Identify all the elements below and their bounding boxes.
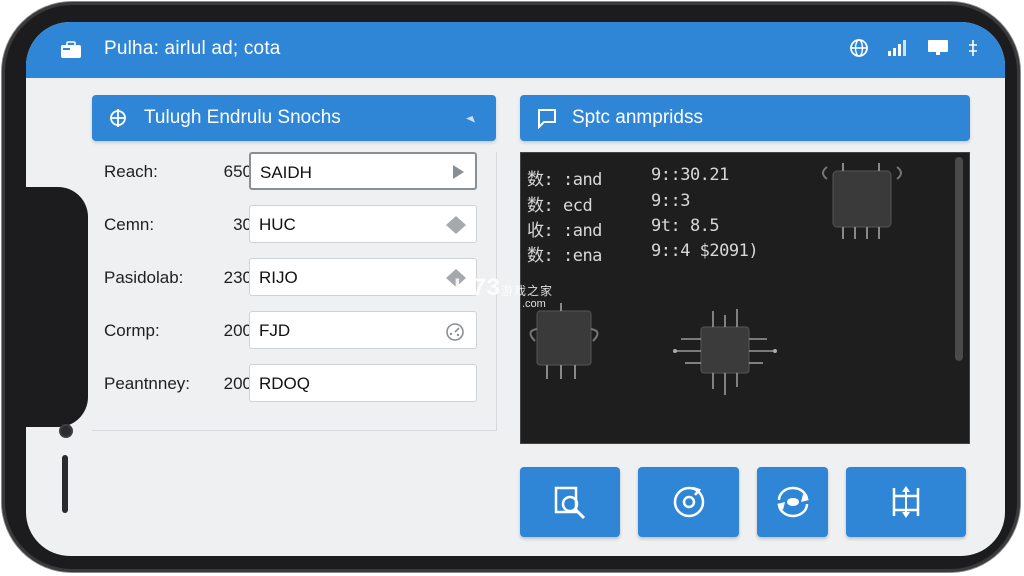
row-input-value: RDOQ — [259, 374, 310, 393]
form-row: Reach: 650 SAIDH — [92, 152, 496, 192]
row-number: 30 — [233, 215, 252, 234]
console-key: 数: :ena — [527, 246, 602, 266]
row-input-value: SAIDH — [260, 163, 312, 182]
row-label: Pasidolab: — [104, 268, 184, 287]
phone-frame: Pulha: airlul ad; cota Tulugh Endrulu Sn… — [2, 2, 1020, 572]
right-panel-header[interactable]: Sptc anmpridss — [520, 95, 970, 141]
briefcase-icon[interactable] — [60, 41, 82, 59]
chat-icon — [538, 109, 556, 129]
diamond-icon[interactable] — [446, 216, 466, 234]
app-title: Pulha: airlul ad; cota — [104, 38, 281, 59]
console-key: 数: ecd — [527, 196, 593, 216]
action-bar — [520, 467, 970, 537]
row-input-value: FJD — [259, 321, 291, 340]
side-notch — [26, 187, 88, 513]
gauge-icon[interactable] — [444, 322, 466, 342]
settings-form: Reach: 650 SAIDH Cemn: 30 HUC Pasidolab:… — [92, 152, 497, 431]
watermark-logo: K73游戏之家 .com — [454, 274, 553, 310]
chevron-down-icon[interactable] — [466, 116, 475, 125]
console-scrollbar[interactable] — [955, 157, 963, 361]
left-panel-header[interactable]: Tulugh Endrulu Snochs — [92, 95, 496, 141]
row-input[interactable]: SAIDH — [249, 152, 477, 190]
watermark-sub-cn: 游戏之家 — [501, 284, 554, 298]
row-input-value: RIJO — [259, 268, 298, 287]
console-output[interactable]: 数: :and 9::30.21 数: ecd 9::3 收: :and 9t:… — [520, 152, 970, 444]
sync-button[interactable] — [757, 467, 828, 537]
left-panel-title: Tulugh Endrulu Snochs — [144, 107, 341, 128]
console-value: 9::30.21 — [651, 165, 729, 185]
row-label: Peantnney: — [104, 374, 191, 393]
row-label: Cemn: — [104, 215, 155, 234]
refresh-icon — [673, 486, 704, 518]
row-label: Cormp: — [104, 321, 160, 340]
speaker-grille — [62, 455, 68, 513]
row-input[interactable]: RDOQ — [249, 364, 477, 402]
row-label: Reach: — [104, 162, 158, 181]
resize-icon — [892, 486, 920, 518]
row-number: 200 — [223, 374, 252, 393]
console-value: 9::3 — [651, 191, 690, 211]
row-number: 650 — [223, 162, 252, 181]
form-row: Cormp: 200 FJD — [92, 311, 496, 351]
search-document-icon — [554, 486, 586, 520]
top-bar: Pulha: airlul ad; cota — [26, 22, 1005, 78]
row-number: 200 — [223, 321, 252, 340]
watermark-sub: .com — [522, 298, 546, 310]
scan-button[interactable] — [520, 467, 620, 537]
row-input[interactable]: FJD — [249, 311, 477, 349]
chip-icon — [529, 303, 599, 379]
console-key: 数: :and — [527, 170, 602, 190]
dollar-chip-icon — [110, 109, 126, 127]
sort-icon[interactable] — [967, 39, 979, 57]
form-row: Cemn: 30 HUC — [92, 205, 496, 245]
form-row: Pasidolab: 230 RIJO — [92, 258, 496, 298]
row-input[interactable]: HUC — [249, 205, 477, 243]
sync-icon — [776, 486, 809, 518]
globe-icon[interactable] — [849, 38, 869, 58]
right-panel-title: Sptc anmpridss — [572, 107, 703, 128]
monitor-icon[interactable] — [927, 39, 949, 57]
console-value: 9::4 $2091) — [651, 241, 759, 261]
rotate-button[interactable] — [638, 467, 739, 537]
app-screen: Pulha: airlul ad; cota Tulugh Endrulu Sn… — [26, 22, 1005, 556]
watermark-main: K73 — [454, 274, 502, 301]
camera-icon — [59, 424, 73, 438]
status-icons — [849, 38, 979, 58]
row-number: 230 — [223, 268, 252, 287]
play-icon[interactable] — [451, 164, 465, 180]
console-value: 9t: 8.5 — [651, 216, 720, 236]
form-row: Peantnney: 200 RDOQ — [92, 364, 496, 404]
chip-icon — [822, 163, 902, 239]
resize-button[interactable] — [846, 467, 966, 537]
row-input-value: HUC — [259, 215, 296, 234]
console-key: 收: :and — [527, 221, 602, 241]
signal-bars-icon — [888, 40, 906, 56]
row-input[interactable]: RIJO — [249, 258, 477, 296]
chip-icon — [673, 309, 777, 395]
